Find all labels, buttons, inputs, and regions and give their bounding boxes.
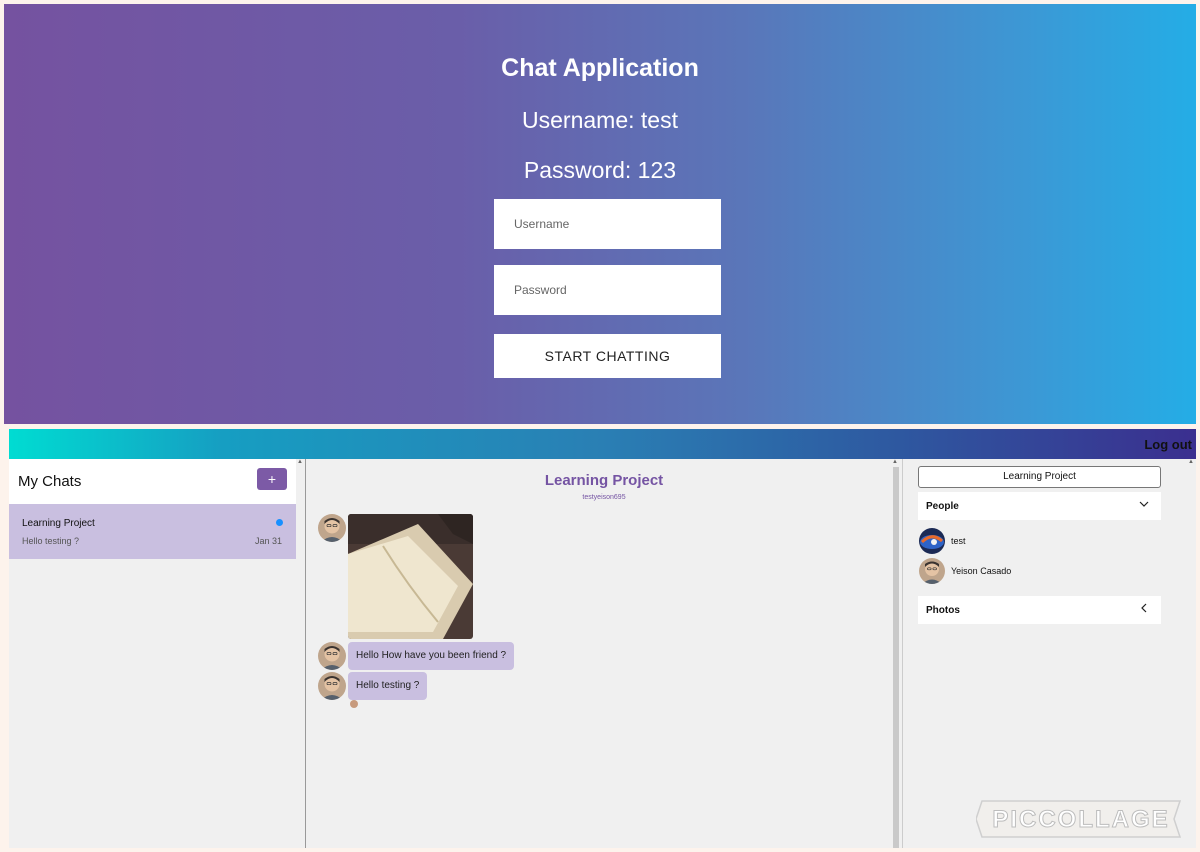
person-name: test xyxy=(951,536,966,546)
avatar xyxy=(318,672,346,700)
username-hint: Username: test xyxy=(522,107,678,133)
user-avatar-icon xyxy=(919,558,945,584)
avatar xyxy=(318,514,346,542)
chevron-down-icon xyxy=(1139,498,1149,512)
photos-label: Photos xyxy=(926,605,960,616)
user-avatar-icon xyxy=(318,642,346,670)
chat-title-field[interactable]: Learning Project xyxy=(918,466,1161,488)
piccollage-watermark: PICCOLLAGE xyxy=(975,800,1186,838)
message-bubble: Hello How have you been friend ? xyxy=(348,642,515,670)
person-name: Yeison Casado xyxy=(951,566,1012,576)
password-input[interactable] xyxy=(494,265,721,315)
people-panel-toggle[interactable]: People xyxy=(918,492,1161,520)
message-bubble: Hello testing ? xyxy=(348,672,428,700)
read-receipt-icon xyxy=(350,700,358,708)
username-input[interactable] xyxy=(494,199,721,249)
chat-card-last-message: Hello testing ? xyxy=(22,536,80,546)
scroll-up-arrow-icon[interactable]: ▲ xyxy=(1188,459,1194,465)
chat-list-title: My Chats xyxy=(18,473,82,490)
feed-title: Learning Project xyxy=(544,472,664,489)
image-message[interactable] xyxy=(348,514,473,639)
feed-scrollbar[interactable] xyxy=(893,467,899,848)
user-avatar-icon xyxy=(318,514,346,542)
logout-button[interactable]: Log out xyxy=(1144,437,1192,452)
scroll-up-arrow-icon[interactable]: ▲ xyxy=(297,459,303,465)
user-avatar-icon xyxy=(919,528,945,554)
unread-dot-icon xyxy=(276,519,283,526)
open-book-photo xyxy=(348,514,473,639)
new-chat-button[interactable]: + xyxy=(257,468,287,490)
chat-feed: Learning Project testyeison695 Hello How… xyxy=(307,459,901,848)
user-avatar-icon xyxy=(318,672,346,700)
chat-list-header: My Chats + xyxy=(9,459,296,504)
people-label: People xyxy=(926,501,959,512)
svg-text:PICCOLLAGE: PICCOLLAGE xyxy=(992,806,1169,833)
feed-subtitle: testyeison695 xyxy=(582,494,626,501)
top-bar: Log out xyxy=(9,429,1196,459)
chat-app: Log out My Chats + Learning Project Hell… xyxy=(9,429,1196,848)
avatar xyxy=(318,642,346,670)
avatar xyxy=(919,558,945,584)
chat-card-date: Jan 31 xyxy=(254,536,282,546)
chat-list-panel: My Chats + Learning Project Hello testin… xyxy=(9,459,306,848)
password-hint: Password: 123 xyxy=(523,157,677,183)
scroll-up-arrow-icon[interactable]: ▲ xyxy=(892,459,898,465)
start-chatting-button[interactable]: START CHATTING xyxy=(494,334,721,378)
chat-card-title: Learning Project xyxy=(22,518,95,529)
login-title: Chat Application xyxy=(501,54,699,82)
photos-panel-toggle[interactable]: Photos xyxy=(918,596,1161,624)
login-screen: Chat Application Username: test Password… xyxy=(4,4,1196,424)
chat-card[interactable]: Learning Project Hello testing ? Jan 31 xyxy=(9,504,296,559)
chat-settings-panel: Learning Project People test Yeison Casa… xyxy=(902,459,1196,848)
chevron-left-icon xyxy=(1139,602,1149,616)
avatar xyxy=(919,528,945,554)
